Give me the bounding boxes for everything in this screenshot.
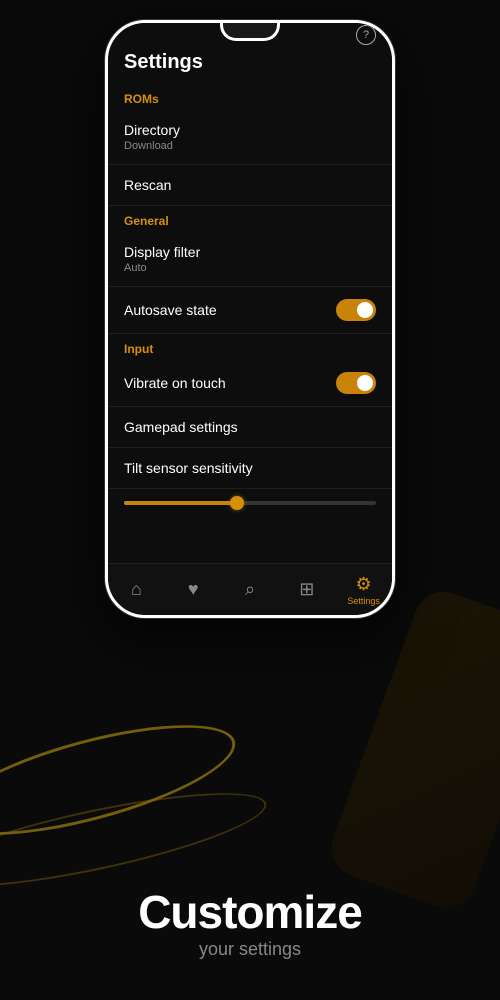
phone-screen: ? Settings ROMs Directory Download [108, 23, 392, 615]
section-label-input: Input [108, 334, 392, 360]
setting-row-autosave[interactable]: Autosave state [108, 287, 392, 334]
slider-tilt-container[interactable] [108, 489, 392, 521]
toggle-autosave[interactable] [336, 299, 376, 321]
nav-label-settings: Settings [347, 596, 380, 606]
nav-item-favorites[interactable]: ♥ [165, 564, 222, 615]
slider-tilt-fill [124, 501, 237, 505]
home-icon: ⌂ [131, 579, 142, 600]
gamepad-icon: ⊞ [299, 579, 314, 600]
setting-main-vibrate: Vibrate on touch [124, 375, 226, 391]
section-label-general: General [108, 206, 392, 232]
settings-content[interactable]: ROMs Directory Download Rescan General [108, 84, 392, 563]
headline-text: Customize [0, 889, 500, 935]
nav-item-home[interactable]: ⌂ [108, 564, 165, 615]
setting-row-directory[interactable]: Directory Download [108, 110, 392, 165]
phone-mockup: ? Settings ROMs Directory Download [105, 20, 395, 620]
help-icon[interactable]: ? [356, 25, 376, 45]
heart-icon: ♥ [188, 579, 199, 600]
setting-main-display-filter: Display filter [124, 244, 200, 260]
setting-main-tilt: Tilt sensor sensitivity [124, 460, 253, 476]
setting-row-display-filter[interactable]: Display filter Auto [108, 232, 392, 287]
setting-main-autosave: Autosave state [124, 302, 217, 318]
toggle-vibrate[interactable] [336, 372, 376, 394]
toggle-knob-autosave [357, 302, 373, 318]
setting-sub-directory: Download [124, 140, 180, 152]
bottom-text-block: Customize your settings [0, 889, 500, 960]
slider-tilt-track [124, 501, 376, 505]
search-icon: ⌕ [245, 579, 255, 600]
phone-body: ? Settings ROMs Directory Download [105, 20, 395, 618]
settings-icon: ⚙ [356, 574, 372, 595]
setting-main-rescan: Rescan [124, 177, 171, 193]
setting-main-gamepad: Gamepad settings [124, 419, 238, 435]
nav-item-gamepad[interactable]: ⊞ [278, 564, 335, 615]
setting-main-directory: Directory [124, 122, 180, 138]
bg-decoration-3 [323, 583, 500, 916]
subline-text: your settings [0, 939, 500, 960]
setting-row-vibrate[interactable]: Vibrate on touch [108, 360, 392, 407]
setting-row-tilt: Tilt sensor sensitivity [108, 448, 392, 489]
setting-row-rescan[interactable]: Rescan [108, 165, 392, 206]
section-label-roms: ROMs [108, 84, 392, 110]
setting-sub-display-filter: Auto [124, 262, 200, 274]
toggle-knob-vibrate [357, 375, 373, 391]
screen-header: Settings [108, 47, 392, 84]
bottom-nav: ⌂ ♥ ⌕ ⊞ ⚙ Settings [108, 563, 392, 615]
phone-notch [220, 23, 280, 41]
setting-row-gamepad[interactable]: Gamepad settings [108, 407, 392, 448]
nav-item-search[interactable]: ⌕ [222, 564, 279, 615]
nav-item-settings[interactable]: ⚙ Settings [335, 564, 392, 615]
slider-tilt-thumb[interactable] [230, 496, 244, 510]
screen-title: Settings [124, 51, 376, 74]
